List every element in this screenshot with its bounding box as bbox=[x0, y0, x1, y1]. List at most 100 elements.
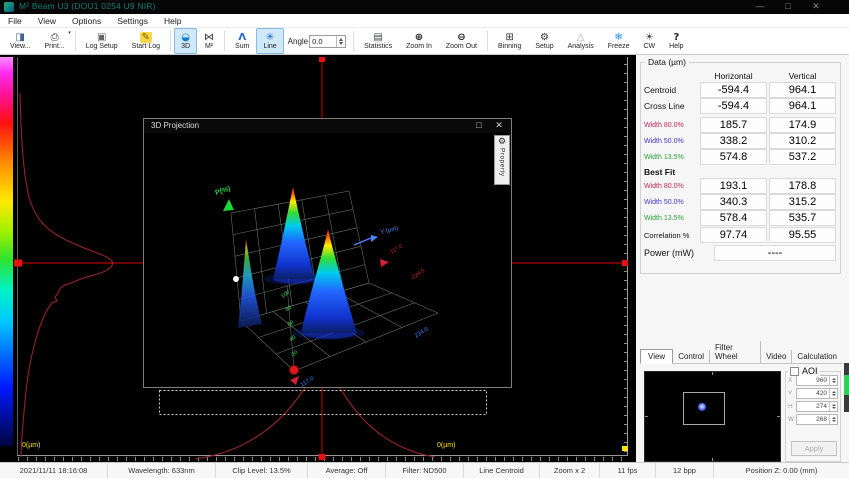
projection-titlebar[interactable]: 3D Projection □ ✕ bbox=[144, 119, 511, 134]
statistics-button[interactable]: ▤ Statistics bbox=[357, 28, 399, 54]
scrollbar-position-indicator bbox=[844, 375, 849, 395]
spin-up-icon[interactable] bbox=[339, 38, 343, 41]
log-setup-button[interactable]: ▣ Log Setup bbox=[79, 28, 125, 54]
scrollbar-thumb[interactable] bbox=[844, 363, 849, 412]
print-dropdown-arrow[interactable]: ▾ bbox=[68, 30, 71, 36]
aoi-h-spinner[interactable] bbox=[829, 402, 837, 411]
analysis-button[interactable]: △ Analysis bbox=[561, 28, 601, 54]
aoi-y-field[interactable]: 420 bbox=[796, 388, 838, 399]
projection-close-button[interactable]: ✕ bbox=[491, 120, 507, 131]
table-row: Correlation % 97.74 95.55 bbox=[644, 226, 837, 244]
table-row: Centroid -594.4 964.1 bbox=[644, 82, 837, 98]
tab-view[interactable]: View bbox=[640, 349, 673, 364]
projection-maximize-button[interactable]: □ bbox=[471, 120, 487, 130]
status-datetime: 2021/11/11 18:16:08 bbox=[0, 463, 108, 478]
print-button[interactable]: ▾ ⎙ Print... bbox=[38, 28, 72, 54]
toolbar: ◨ View... ▾ ⎙ Print... ▣ Log Setup ✎ Sta… bbox=[0, 28, 849, 55]
toolbar-separator bbox=[353, 31, 354, 51]
angle-value[interactable]: 0.0 bbox=[310, 36, 336, 47]
angle-spinbox[interactable]: 0.0 bbox=[309, 35, 346, 48]
preview-tick bbox=[645, 416, 648, 417]
aoi-label: AOI bbox=[802, 366, 818, 376]
menu-help[interactable]: Help bbox=[156, 16, 189, 26]
aoi-field-row: W 268 bbox=[788, 414, 838, 424]
3d-view-icon: ◒ bbox=[181, 32, 190, 43]
freeze-button[interactable]: ❄ Freeze bbox=[601, 28, 637, 54]
menu-view[interactable]: View bbox=[30, 16, 64, 26]
aoi-checkbox[interactable] bbox=[790, 367, 799, 376]
reference-marker[interactable] bbox=[622, 446, 628, 451]
aoi-x-field[interactable]: 960 bbox=[796, 375, 838, 386]
power-label: Power (mW) bbox=[644, 248, 714, 258]
status-wavelength: Wavelength: 633nm bbox=[108, 463, 216, 478]
aoi-w-field[interactable]: 268 bbox=[796, 414, 838, 425]
crosshair-left-marker[interactable] bbox=[14, 260, 22, 267]
3d-button[interactable]: ◒ 3D bbox=[174, 28, 197, 54]
aoi-x-spinner[interactable] bbox=[829, 376, 837, 385]
tab-filter-wheel[interactable]: Filter Wheel bbox=[710, 341, 761, 363]
aoi-groupbox: AOI X 960 Y 420 H 274 W 268 bbox=[785, 371, 841, 462]
panel-tabstrip: View Control Filter Wheel Video Calculat… bbox=[640, 347, 842, 364]
tab-control[interactable]: Control bbox=[673, 350, 710, 363]
camera-preview[interactable] bbox=[644, 371, 781, 462]
m2-button[interactable]: ⋈ M² bbox=[197, 28, 221, 54]
cw-button[interactable]: ☀ CW bbox=[637, 28, 663, 54]
power-value: ---- bbox=[714, 245, 836, 261]
angle-label: Angle bbox=[288, 37, 308, 46]
status-fps: 11 fps bbox=[600, 463, 656, 478]
apply-button[interactable]: Apply bbox=[791, 441, 837, 456]
projection-3d-plot[interactable]: P(%) Y (μm) 100 80 60 40 20 -117.0 -234.… bbox=[144, 133, 511, 387]
start-log-icon: ✎ bbox=[140, 32, 152, 43]
aoi-field-row: X 960 bbox=[788, 375, 838, 385]
table-row: Width 13.5% 578.4 535.7 bbox=[644, 210, 837, 226]
view-button[interactable]: ◨ View... bbox=[3, 28, 38, 54]
crosshair-right-marker[interactable] bbox=[622, 260, 628, 266]
app-titlebar[interactable]: M² Beam U3 (DOU1 0254 U9 NIR) — □ ✕ bbox=[0, 0, 849, 14]
snowflake-icon: ❄ bbox=[614, 32, 622, 43]
close-button[interactable]: ✕ bbox=[806, 1, 826, 12]
preview-tick bbox=[712, 372, 713, 375]
menu-file[interactable]: File bbox=[0, 16, 30, 26]
help-button[interactable]: ? Help bbox=[662, 28, 690, 54]
aoi-h-field[interactable]: 274 bbox=[796, 401, 838, 412]
zoom-out-icon: ⊖ bbox=[457, 32, 465, 43]
setup-button[interactable]: ⚙ Setup bbox=[528, 28, 560, 54]
menu-options[interactable]: Options bbox=[64, 16, 109, 26]
projection-window: 3D Projection □ ✕ bbox=[143, 118, 512, 388]
status-line-mode: Line Centroid bbox=[464, 463, 540, 478]
status-position-z: Position Z: 0.00 (mm) bbox=[714, 463, 849, 478]
gear-icon: ⚙ bbox=[540, 32, 549, 43]
zoom-out-button[interactable]: ⊖ Zoom Out bbox=[439, 28, 484, 54]
aoi-y-spinner[interactable] bbox=[829, 389, 837, 398]
tab-calculation[interactable]: Calculation bbox=[792, 350, 842, 363]
left-origin-label: 0(µm) bbox=[22, 442, 40, 449]
table-row: Width 13.5% 574.8 537.2 bbox=[644, 149, 837, 165]
data-groupbox: Data (µm) Horizontal Vertical Centroid -… bbox=[640, 62, 841, 274]
spin-down-icon[interactable] bbox=[339, 42, 343, 45]
help-icon: ? bbox=[673, 32, 679, 43]
line-profile-icon: ✳ bbox=[266, 32, 274, 43]
status-zoom: Zoom x 2 bbox=[540, 463, 600, 478]
table-row: Width 50.0% 338.2 310.2 bbox=[644, 133, 837, 149]
origin-dot bbox=[290, 366, 299, 375]
statusbar: 2021/11/11 18:16:08 Wavelength: 633nm Cl… bbox=[0, 462, 849, 478]
toolbar-separator bbox=[487, 31, 488, 51]
right-panel: Data (µm) Horizontal Vertical Centroid -… bbox=[636, 55, 849, 462]
crosshair-bottom-marker[interactable] bbox=[319, 454, 326, 460]
start-log-button[interactable]: ✎ Start Log bbox=[125, 28, 167, 54]
tab-video[interactable]: Video bbox=[761, 350, 792, 363]
rotation-handle-dot[interactable] bbox=[233, 276, 239, 282]
line-button[interactable]: ✳ Line bbox=[256, 28, 283, 54]
zoom-in-icon: ⊕ bbox=[415, 32, 423, 43]
zoom-in-button[interactable]: ⊕ Zoom In bbox=[399, 28, 439, 54]
minimize-button[interactable]: — bbox=[750, 1, 770, 11]
binning-button[interactable]: ⊞ Binning bbox=[491, 28, 528, 54]
aoi-w-spinner[interactable] bbox=[829, 415, 837, 424]
sum-button[interactable]: Λ Sum bbox=[228, 28, 256, 54]
property-tab[interactable]: ⚙ Property bbox=[494, 135, 510, 185]
gear-icon: ⚙ bbox=[498, 137, 506, 147]
angle-spinner-buttons[interactable] bbox=[336, 36, 345, 47]
maximize-button[interactable]: □ bbox=[778, 1, 798, 11]
crosshair-top-marker[interactable] bbox=[319, 57, 325, 62]
menu-settings[interactable]: Settings bbox=[109, 16, 156, 26]
